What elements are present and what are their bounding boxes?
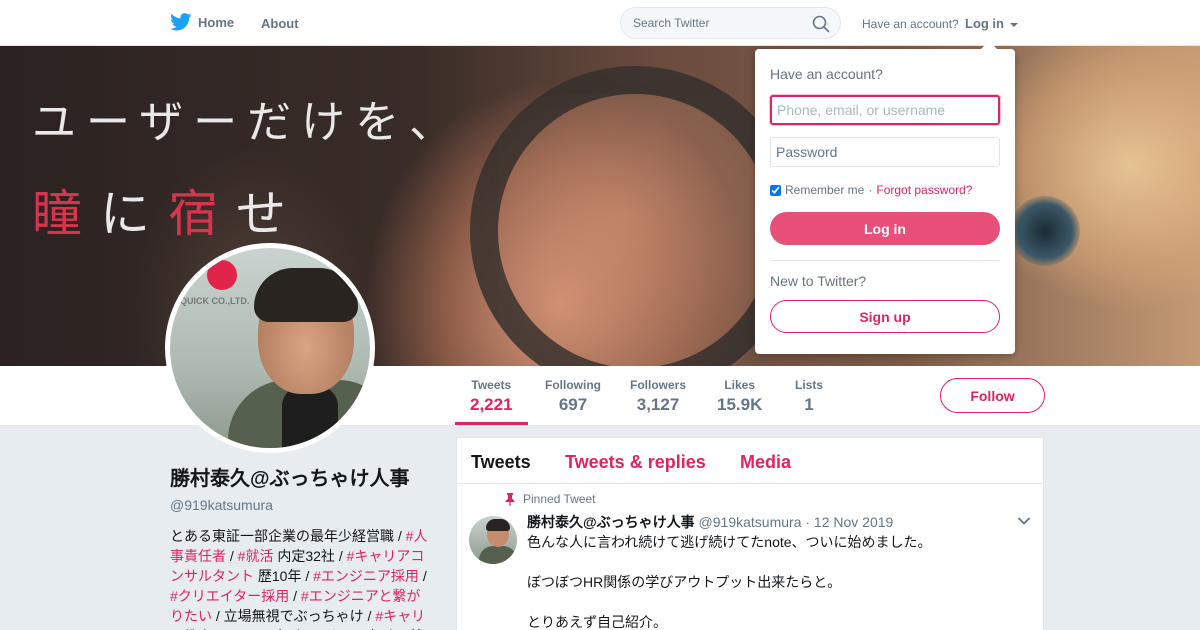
magnifying-glass-image [470,66,800,366]
login-dropdown: Have an account? Remember me · Forgot pa… [755,41,1015,354]
display-name[interactable]: 勝村泰久@ぶっちゃけ人事 [170,462,432,491]
eye-image [1010,196,1080,266]
bio-text-segment: / [418,568,427,584]
chevron-down-icon[interactable] [1017,516,1031,526]
tweet-avatar[interactable] [469,516,517,564]
tab-media[interactable]: Media [740,452,791,473]
bio-text-segment: / [289,588,301,604]
remember-me-checkbox[interactable] [770,184,781,196]
hashtag-link[interactable]: #クリエイター採用 [170,588,289,604]
bio-text-segment: 歴10年 / [254,568,314,584]
banner-word: せ [236,185,304,243]
stat-value: 2,221 [470,395,513,414]
stat-label: Likes [724,378,756,392]
tweet-paragraph: とりあえず自己紹介。 [527,614,667,630]
new-to-twitter-text: New to Twitter? [770,273,867,289]
bio-text-segment: とある東証一部企業の最年少経営職 / [170,528,406,544]
hashtag-link[interactable]: #エンジニア採用 [313,568,419,584]
login-menu-toggle[interactable]: Log in [965,16,1018,31]
company-logo-image [207,260,237,290]
banner-headline-line2: 瞳に宿せ [32,174,304,246]
stat-followers[interactable]: Followers 3,127 [630,378,686,415]
tweet-timestamp[interactable]: · 12 Nov 2019 [805,514,893,530]
tweet-author-name[interactable]: 勝村泰久@ぶっちゃけ人事 [527,514,695,530]
banner-word: 瞳 [32,185,100,243]
bio-text-segment: / [226,548,238,564]
follow-button[interactable]: Follow [940,378,1045,413]
profile-avatar[interactable]: QUICK CO.,LTD. [165,243,375,453]
pinned-indicator: Pinned Tweet [505,492,596,506]
banner-word: 宿 [168,185,236,243]
stat-likes[interactable]: Likes 15.9K [717,378,762,415]
banner-word: に [100,185,168,243]
tweet-avatar-body [479,546,517,564]
banner-headline-line1: ユーザーだけを、 [32,97,464,148]
stat-value: 697 [558,395,588,414]
home-label: Home [198,14,235,30]
stat-following[interactable]: Following 697 [545,378,601,415]
bio-text: とある東証一部企業の最年少経営職 / #人事責任者 / #就活 内定32社 / … [170,526,432,630]
remember-me-label[interactable]: Remember me [785,183,864,197]
bio-text-segment: / 立場無視でぶっちゃけ / [212,608,376,624]
stat-label: Following [545,378,601,392]
caret-down-icon [1009,22,1018,27]
avatar-shirt [282,386,338,448]
login-link-label: Log in [965,16,1004,31]
search-icon[interactable] [812,15,830,33]
pin-icon [505,492,515,506]
avatar-hair [254,268,358,322]
twitter-bird-icon [170,13,192,31]
search-box [620,7,841,39]
stat-value: 3,127 [636,395,680,414]
signup-button[interactable]: Sign up [770,300,1000,333]
hashtag-link[interactable]: #就活 [238,548,274,564]
login-button[interactable]: Log in [770,212,1000,245]
bio-text-segment: 内定32社 / [273,548,347,564]
timeline-tabs: Tweets Tweets & replies Media [457,438,1043,484]
stat-label: Lists [795,378,824,392]
tab-tweets-replies[interactable]: Tweets & replies [565,452,706,473]
username-field[interactable] [770,95,1000,125]
about-link[interactable]: About [261,16,299,31]
separator-dot: · [868,183,873,197]
tweet-text: 色んな人に言われ続けて逃げ続けてたnote、ついに始めました。 ぼつぼつHR関係… [527,532,1007,630]
tweet-paragraph: 色んな人に言われ続けて逃げ続けてたnote、ついに始めました。 [527,534,932,550]
timeline: Tweets Tweets & replies Media Pinned Twe… [456,437,1044,630]
stat-label: Tweets [471,378,512,392]
remember-me-row: Remember me · Forgot password? [770,183,972,197]
forgot-password-link[interactable]: Forgot password? [876,183,972,197]
company-logo-text: QUICK CO.,LTD. [180,296,250,306]
tab-tweets[interactable]: Tweets [471,452,531,473]
stat-value: 1 [804,395,814,414]
tweet-author-handle[interactable]: @919katsumura [699,514,802,530]
tweet-header: 勝村泰久@ぶっちゃけ人事 @919katsumura · 12 Nov 2019 [527,512,893,532]
home-link[interactable]: Home [170,13,234,31]
stat-label: Followers [630,378,687,392]
password-field[interactable] [770,137,1000,167]
search-input[interactable] [633,16,813,30]
profile-bio-card: 勝村泰久@ぶっちゃけ人事 @919katsumura とある東証一部企業の最年少… [170,462,432,630]
stat-lists[interactable]: Lists 1 [795,378,823,415]
top-navigation: Home About Have an account? Log in [0,0,1200,46]
have-account-text: Have an account? [862,17,959,31]
stat-value: 15.9K [717,395,763,414]
stat-tweets[interactable]: Tweets 2,221 [455,378,527,425]
pinned-label: Pinned Tweet [523,492,596,506]
tweet-paragraph: ぼつぼつHR関係の学びアウトプット出来たらと。 [527,574,842,590]
screen-name[interactable]: @919katsumura [170,497,432,513]
dropdown-title: Have an account? [770,66,883,82]
tweet-avatar-hair [486,519,510,531]
dropdown-divider [770,260,1000,261]
